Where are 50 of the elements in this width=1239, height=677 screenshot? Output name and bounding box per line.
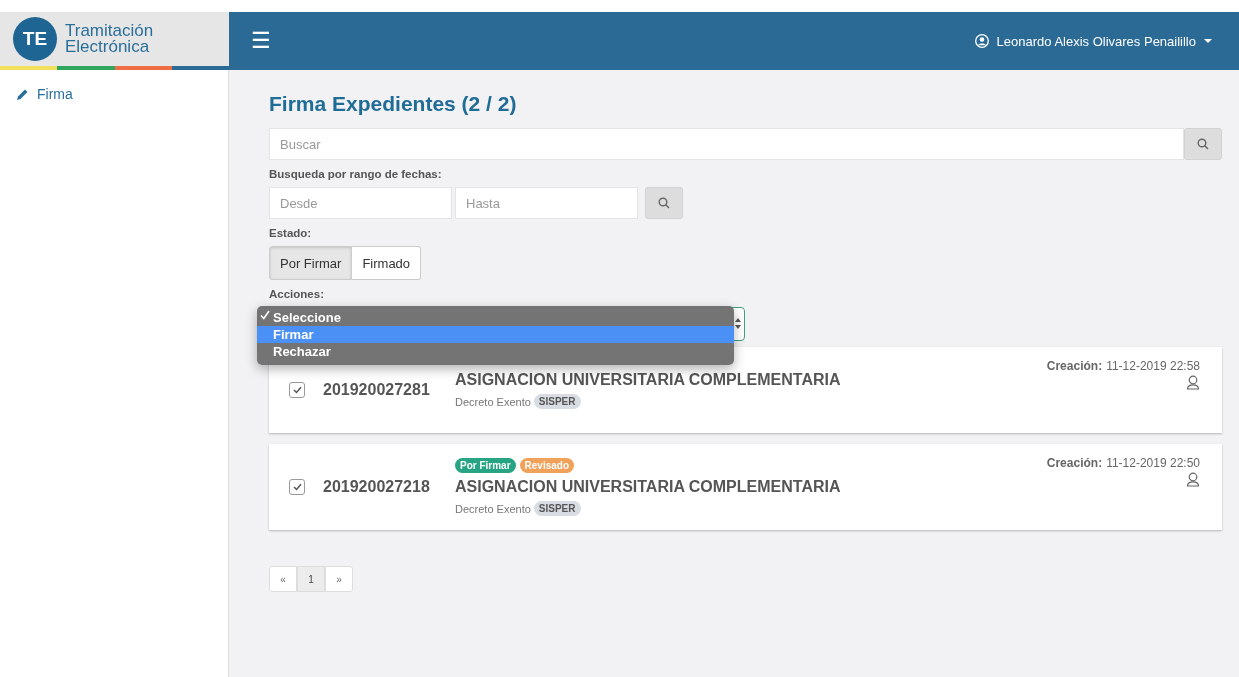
brand-name: Tramitación (65, 23, 154, 39)
search-icon (658, 197, 670, 209)
record-title: ASIGNACION UNIVERSITARIA COMPLEMENTARIA (455, 371, 842, 389)
user-icon (974, 34, 989, 48)
date-field[interactable]: Desde (269, 187, 452, 219)
search-button[interactable] (1184, 128, 1222, 160)
updown-arrows-icon (735, 318, 741, 329)
checkbox[interactable] (289, 382, 305, 398)
menu-option[interactable]: Firmar (257, 326, 734, 343)
user-icon (1186, 375, 1200, 390)
checkmark-icon (260, 310, 270, 320)
menu-option[interactable]: Rechazar (257, 343, 734, 360)
record-type: Decreto Exento (455, 395, 531, 408)
previous-page-button[interactable]: « (269, 566, 297, 592)
sidebar-item[interactable]: Firma (16, 86, 73, 102)
logo: TE (13, 17, 57, 61)
creation-date: 11-12-2019 22:58 (1106, 359, 1200, 373)
page-title: Firma Expedientes (2 / 2) (269, 92, 518, 116)
user-icon (1186, 472, 1200, 487)
status-tag: Por Firmar (455, 458, 516, 473)
checkmark-icon (292, 386, 302, 394)
search-field[interactable]: Buscar (269, 128, 1184, 160)
menu-option[interactable]: Seleccione (257, 309, 734, 326)
menu-button[interactable]: ☰ (251, 28, 271, 54)
search-button[interactable] (645, 187, 683, 219)
next-page-button[interactable]: » (325, 566, 353, 592)
search-icon (1197, 138, 1209, 150)
page-button[interactable]: 1 (297, 566, 325, 592)
field-label: Acciones: (269, 288, 325, 300)
user-menu[interactable]: Leonardo Alexis Olivares Penailillo (974, 33, 1212, 49)
record-title: ASIGNACION UNIVERSITARIA COMPLEMENTARIA (455, 478, 842, 496)
brand-name: Electrónica (65, 39, 151, 55)
record-type: Decreto Exento (455, 502, 531, 515)
creation-date: 11-12-2019 22:50 (1106, 456, 1200, 470)
system-tag: SISPER (533, 501, 581, 516)
creation-label: Creación: (1046, 456, 1103, 470)
field-label: Estado: (269, 227, 313, 239)
caret-icon (1204, 38, 1212, 44)
record-number: 201920027218 (323, 478, 431, 496)
field-label: Busqueda por rango de fechas: (269, 168, 443, 180)
status-tag: Revisado (519, 458, 575, 473)
state-toggle-button[interactable]: Por Firmar (269, 246, 353, 280)
checkmark-icon (292, 483, 302, 491)
checkbox[interactable] (289, 479, 305, 495)
state-toggle-button[interactable]: Firmado (352, 246, 422, 280)
pencil-icon (16, 87, 29, 101)
date-field[interactable]: Hasta (455, 187, 638, 219)
creation-label: Creación: (1046, 359, 1103, 373)
system-tag: SISPER (533, 394, 581, 409)
record-number: 201920027281 (323, 381, 431, 399)
